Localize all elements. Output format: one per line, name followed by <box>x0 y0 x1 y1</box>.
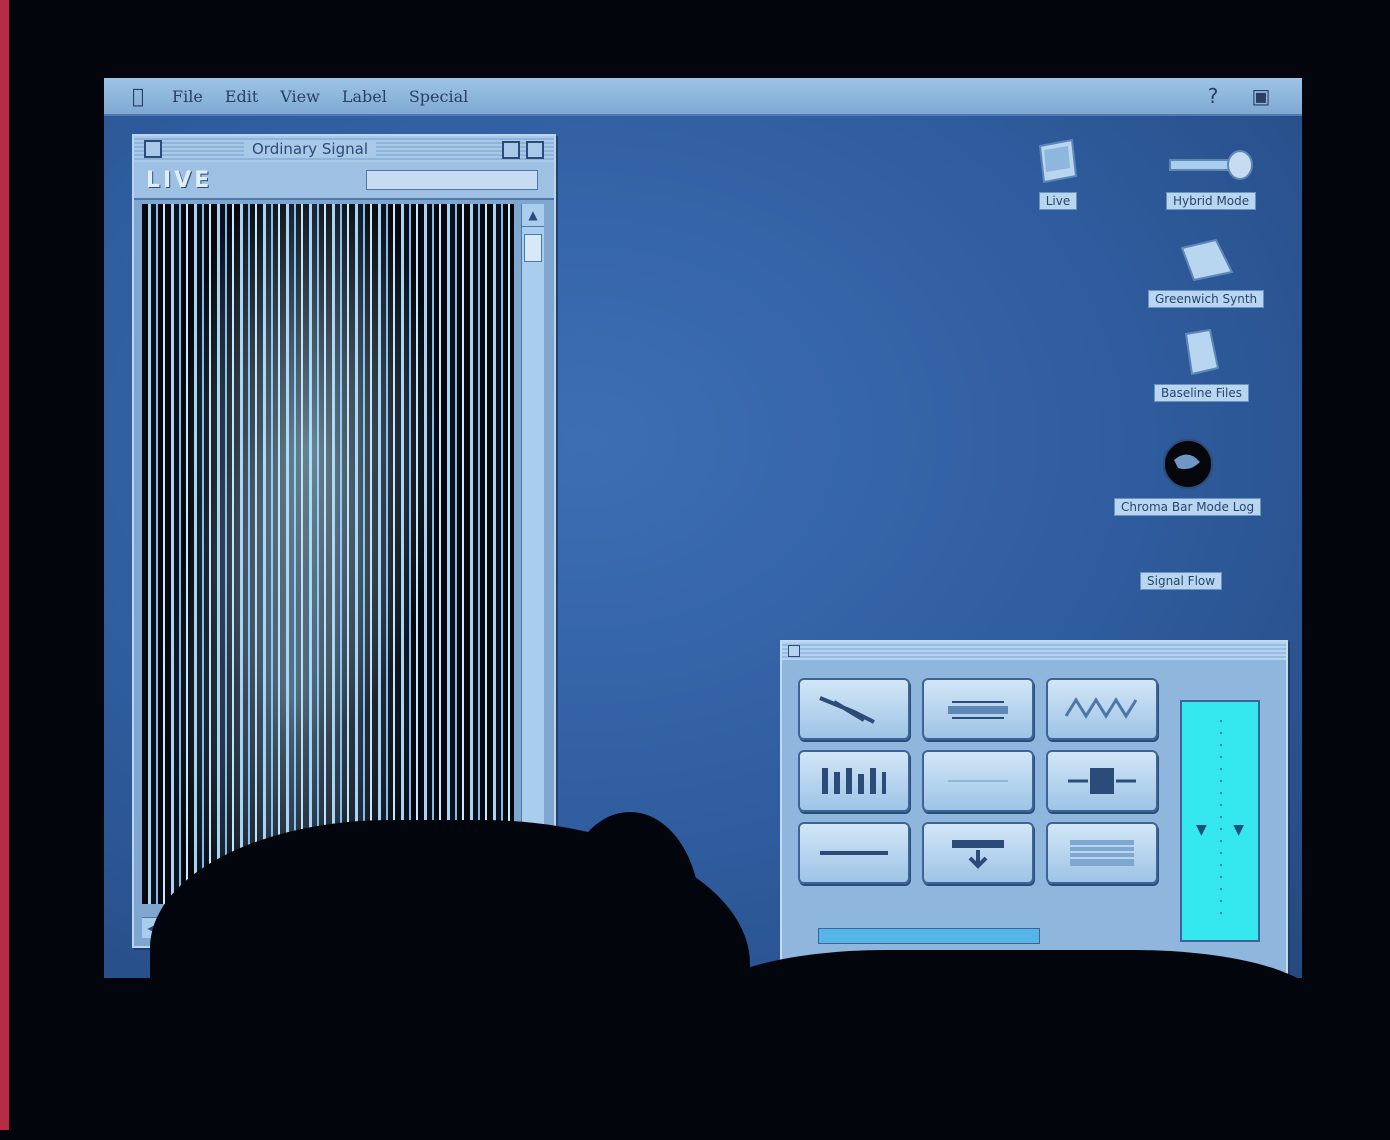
flat-line-icon <box>820 851 888 855</box>
desktop-icon-live[interactable]: Live <box>1036 138 1080 210</box>
tool-button[interactable] <box>1046 822 1158 884</box>
application-menu-icon[interactable]: ▣ <box>1250 84 1272 108</box>
window-title: Ordinary Signal <box>244 140 376 158</box>
menu-special[interactable]: Special <box>409 87 468 106</box>
scroll-up-arrow-icon[interactable]: ▲ <box>522 204 544 227</box>
close-box[interactable] <box>144 140 162 158</box>
menu-file[interactable]: File <box>172 87 203 106</box>
meter-right-arrow-icon: ▼ <box>1233 822 1244 838</box>
icon-label: Greenwich Synth <box>1148 290 1265 308</box>
noise-fill-icon <box>1070 840 1134 866</box>
toolbar-field[interactable] <box>366 170 538 190</box>
collapse-box[interactable] <box>526 141 544 159</box>
menu-bar:  File Edit View Label Special ? ▣ <box>104 78 1302 116</box>
tool-button[interactable] <box>1046 750 1158 812</box>
video-display <box>142 204 514 904</box>
equalizer-bars-icon <box>822 768 886 794</box>
menu-label[interactable]: Label <box>342 87 387 106</box>
live-logo: LIVE <box>146 167 213 193</box>
monitor-bezel-shadow <box>700 950 1320 1130</box>
zoom-box[interactable] <box>502 141 520 159</box>
desktop-icon-greenwich-synth[interactable]: Greenwich Synth <box>1148 238 1265 308</box>
microphone-icon <box>1169 150 1254 180</box>
stereo-split-icon <box>1068 768 1136 794</box>
progress-bar <box>818 928 1040 944</box>
icon-label: Chroma Bar Mode Log <box>1114 498 1262 516</box>
folder-icon <box>1038 138 1078 184</box>
waveform-pen-icon <box>819 696 875 724</box>
balloon-help-icon[interactable]: ? <box>1202 84 1224 108</box>
window-toolbar: LIVE <box>134 162 554 200</box>
palette-close-box[interactable] <box>788 645 800 657</box>
menu-view[interactable]: View <box>280 87 320 106</box>
desktop-icon-baseline-files[interactable]: Baseline Files <box>1154 328 1250 402</box>
tool-button[interactable] <box>798 678 910 740</box>
tool-grid <box>798 678 1158 884</box>
tool-button[interactable] <box>1046 678 1158 740</box>
level-meter[interactable]: ▼ ▼ <box>1180 700 1260 942</box>
globe-icon <box>1162 439 1213 489</box>
video-image <box>142 204 514 904</box>
monitor-edge <box>0 0 9 1130</box>
tool-palette: ▼ ▼ <box>780 640 1288 974</box>
arrow-down-icon <box>952 840 1004 869</box>
desktop-icon-chroma-bar-mode-log[interactable]: Chroma Bar Mode Log <box>1114 438 1262 516</box>
waveform-pattern-icon <box>1064 697 1138 719</box>
icon-label: Baseline Files <box>1154 384 1250 402</box>
apple-icon[interactable]:  <box>132 85 154 107</box>
icon-label: Hybrid Mode <box>1166 192 1257 210</box>
tool-button[interactable] <box>798 822 910 884</box>
palette-title-bar[interactable] <box>782 642 1286 660</box>
scroll-thumb[interactable] <box>524 234 542 262</box>
tool-button[interactable] <box>922 822 1034 884</box>
icon-label: Signal Flow <box>1140 572 1223 590</box>
tool-button[interactable] <box>798 750 910 812</box>
tool-button[interactable] <box>922 750 1034 812</box>
folder-icon <box>1180 238 1234 282</box>
meter-scale <box>1220 720 1222 920</box>
document-icon <box>1184 328 1219 376</box>
window-title-bar[interactable]: Ordinary Signal <box>134 136 554 162</box>
blank-tool-icon <box>948 780 1008 782</box>
icon-label: Live <box>1038 192 1078 210</box>
tool-button[interactable] <box>922 678 1034 740</box>
desktop-icon-signal-flow[interactable]: Signal Flow <box>1140 570 1223 590</box>
meter-left-arrow-icon: ▼ <box>1196 822 1207 838</box>
hand-silhouette <box>560 812 700 1012</box>
vertical-scrollbar[interactable]: ▲ <box>521 204 544 904</box>
desktop-icon-hybrid-mode[interactable]: Hybrid Mode <box>1166 148 1257 210</box>
sine-level-icon <box>948 701 1008 719</box>
menu-edit[interactable]: Edit <box>225 87 258 106</box>
